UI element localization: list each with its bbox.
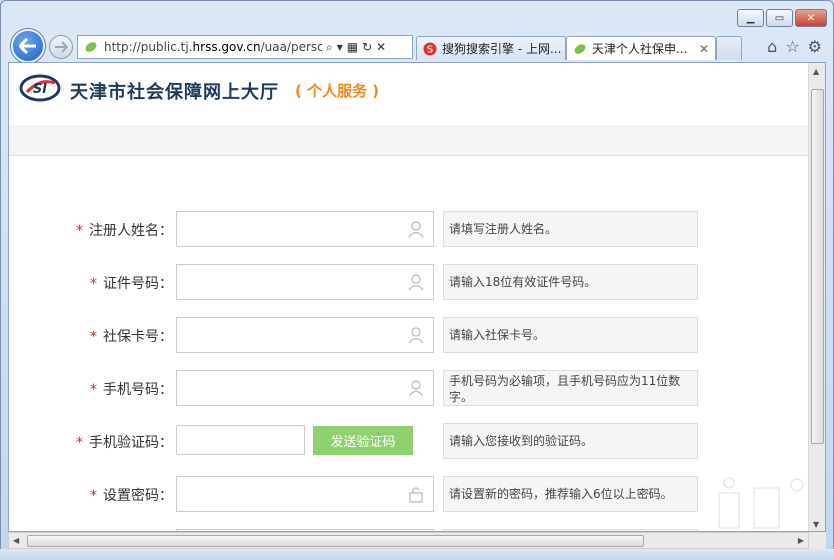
leaf-favicon-icon	[574, 43, 586, 54]
user-icon	[408, 274, 424, 291]
vertical-scroll-thumb[interactable]	[811, 89, 824, 444]
field-label: * 手机号码：	[90, 379, 173, 399]
label-text: 手机验证码：	[89, 435, 173, 451]
send-code-button[interactable]: 发送验证码	[313, 426, 413, 455]
address-bar[interactable]: http://public.tj.hrss.gov.cn/uaa/person …	[77, 35, 413, 59]
required-mark: *	[90, 382, 97, 398]
decorative-illustration	[718, 477, 804, 529]
search-icon[interactable]: ⌕	[326, 40, 333, 55]
field-label: * 设置密码：	[90, 485, 173, 505]
site-header: SI 天津市社会保障网上大厅 ( 个人服务 )	[9, 63, 809, 125]
label-text: 手机号码：	[103, 382, 173, 398]
nav-subbar	[9, 125, 809, 156]
field-label: * 注册人姓名：	[76, 220, 173, 240]
scroll-up-icon[interactable]: ▲	[813, 67, 819, 76]
required-mark: *	[76, 223, 83, 239]
back-button[interactable]	[11, 29, 45, 63]
compat-view-icon[interactable]: ▦	[347, 40, 358, 54]
form-row-sms-code: * 手机验证码： 发送验证码 请输入您接收到的验证码。	[9, 423, 809, 459]
vertical-scrollbar[interactable]: ▲ ▼	[808, 63, 825, 531]
id-number-input[interactable]	[176, 264, 434, 300]
page-viewport: SI 天津市社会保障网上大厅 ( 个人服务 ) * 注册人姓名： 请填写注册人姓名…	[8, 62, 826, 532]
form-row-phone: * 手机号码： 手机号码为必输项，且手机号码应为11位数字。	[9, 370, 809, 406]
user-icon	[408, 380, 424, 397]
svg-text:S: S	[427, 44, 433, 55]
label-text: 设置密码：	[103, 488, 173, 504]
tab-label: 天津个人社保申...	[592, 42, 688, 56]
scroll-left-icon[interactable]: ◀	[13, 536, 19, 545]
field-hint: 请输入18位有效证件号码。	[443, 264, 698, 300]
form-row-social-card: * 社保卡号： 请输入社保卡号。	[9, 317, 809, 353]
page-title: 天津市社会保障网上大厅	[70, 82, 279, 103]
tab-tianjin-social-security[interactable]: 天津个人社保申... ✕	[566, 36, 716, 60]
sms-code-input[interactable]	[176, 425, 305, 455]
field-label: * 手机验证码：	[76, 432, 173, 452]
new-tab-button[interactable]	[716, 36, 742, 60]
close-window-button[interactable]: ✕	[795, 9, 827, 27]
favorites-star-icon[interactable]: ☆	[785, 37, 799, 56]
arrow-right-icon	[55, 41, 68, 53]
form-row-name: * 注册人姓名： 请填写注册人姓名。	[9, 211, 809, 247]
phone-input[interactable]	[176, 370, 434, 406]
tab-sogou[interactable]: S 搜狗搜索引擎 - 上网...	[416, 36, 566, 60]
home-icon[interactable]: ⌂	[767, 37, 777, 56]
password-input[interactable]	[176, 476, 434, 512]
field-label: * 证件号码：	[90, 273, 173, 293]
stop-icon[interactable]: ✕	[376, 40, 386, 54]
lock-icon	[409, 487, 423, 503]
horizontal-scroll-thumb[interactable]	[27, 535, 644, 547]
field-hint: 手机号码为必输项，且手机号码应为11位数字。	[443, 370, 698, 406]
label-text: 证件号码：	[103, 276, 173, 292]
address-url: http://public.tj.hrss.gov.cn/uaa/person	[104, 40, 322, 54]
refresh-icon[interactable]: ↻	[362, 40, 372, 54]
field-hint: 请填写注册人姓名。	[443, 211, 698, 247]
leaf-favicon-icon	[85, 42, 97, 52]
label-text: 社保卡号：	[103, 329, 173, 345]
dropdown-arrow-icon[interactable]: ▾	[337, 40, 343, 54]
close-tab-icon[interactable]: ✕	[695, 42, 709, 56]
settings-gear-icon[interactable]: ⚙	[808, 37, 822, 56]
label-text: 注册人姓名：	[89, 223, 173, 239]
arrow-left-icon	[19, 38, 36, 54]
required-mark: *	[90, 329, 97, 345]
user-icon	[408, 327, 424, 344]
window-caption-buttons: ▁ ▭ ✕	[737, 9, 827, 27]
browser-toolbar: ⌂ ☆ ⚙	[767, 37, 822, 56]
required-mark: *	[76, 435, 83, 451]
name-input[interactable]	[176, 211, 434, 247]
tab-label: 搜狗搜索引擎 - 上网...	[442, 42, 562, 56]
field-hint: 请设置新的密码，推荐输入6位以上密码。	[443, 476, 698, 512]
field-hint: 请输入您接收到的验证码。	[443, 423, 698, 459]
user-icon	[408, 221, 424, 238]
page-subtitle: ( 个人服务 )	[295, 82, 380, 100]
form-row-password: * 设置密码： 请设置新的密码，推荐输入6位以上密码。	[9, 476, 809, 512]
url-suffix: /uaa/person	[260, 40, 322, 54]
url-prefix: http://public.tj.	[104, 40, 193, 54]
field-label: * 社保卡号：	[90, 326, 173, 346]
scroll-right-icon[interactable]: ▶	[798, 536, 804, 545]
sogou-icon: S	[423, 42, 437, 55]
si-logo-icon: SI	[19, 74, 61, 102]
minimize-button[interactable]: ▁	[737, 9, 764, 27]
required-mark: *	[90, 488, 97, 504]
url-domain: hrss.gov.cn	[192, 40, 261, 54]
social-card-input[interactable]	[176, 317, 434, 353]
field-hint: 请输入社保卡号。	[443, 317, 698, 353]
scroll-down-icon[interactable]: ▼	[813, 520, 819, 529]
required-mark: *	[90, 276, 97, 292]
status-bar	[0, 549, 834, 560]
svg-text:SI: SI	[33, 82, 47, 97]
scroll-corner	[809, 532, 826, 549]
forward-button[interactable]	[49, 35, 73, 59]
horizontal-scrollbar[interactable]: ◀ ▶	[8, 532, 809, 549]
maximize-button[interactable]: ▭	[766, 9, 793, 27]
form-row-id-number: * 证件号码： 请输入18位有效证件号码。	[9, 264, 809, 300]
